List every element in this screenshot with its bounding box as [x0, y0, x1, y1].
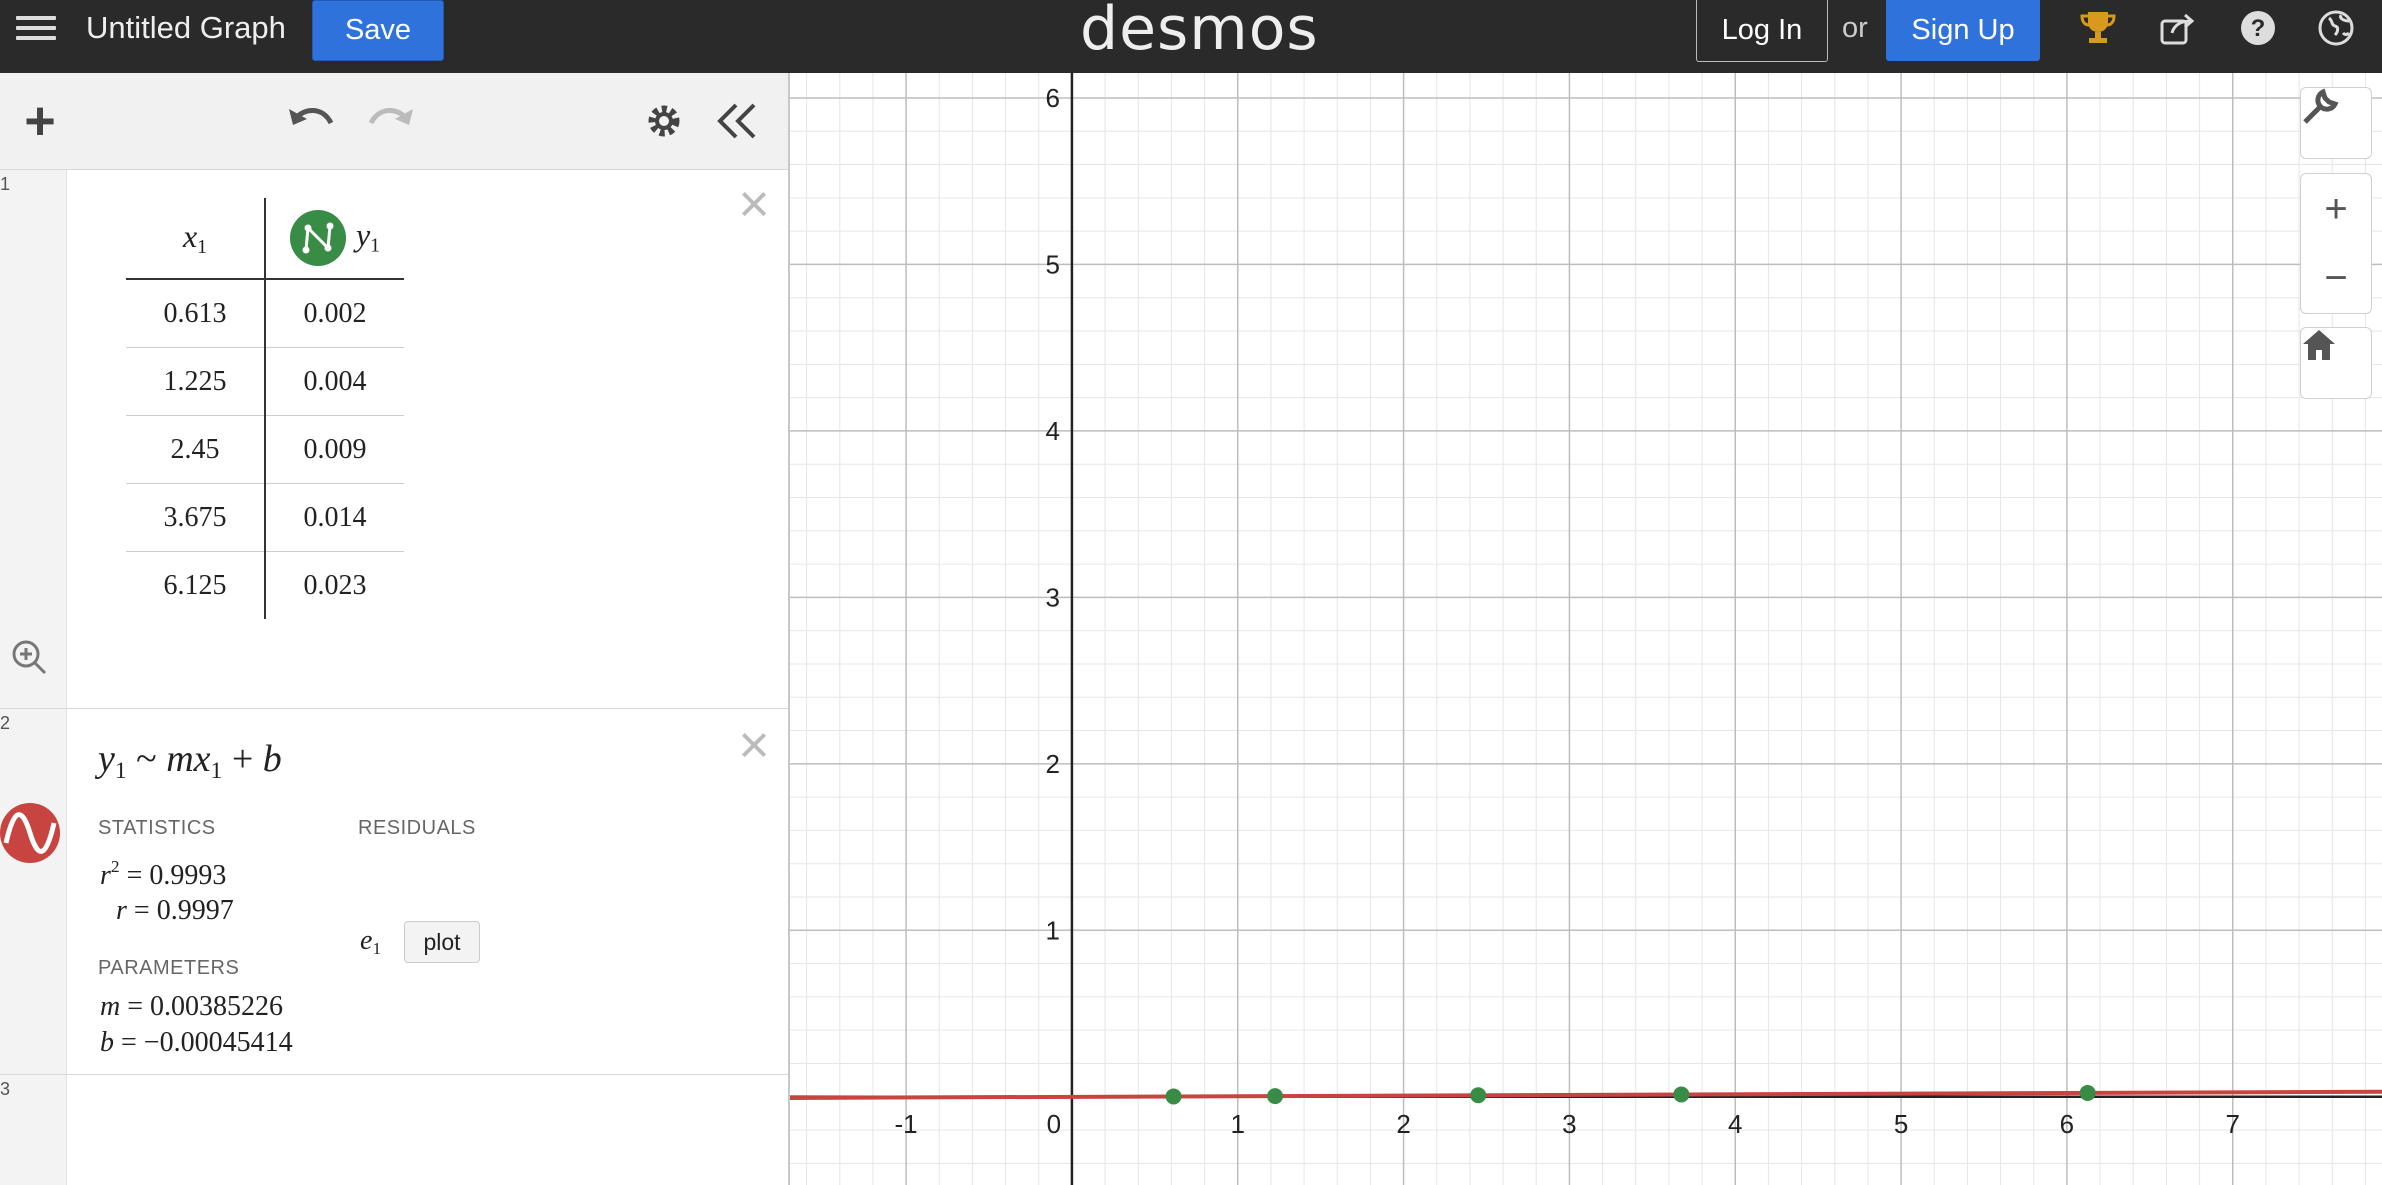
expression-gutter: 2 — [0, 709, 67, 1074]
table-row: 3.675 0.014 — [126, 483, 404, 552]
data-point — [1470, 1087, 1487, 1104]
expression-gutter: 1 — [0, 170, 67, 708]
x-tick-label: 5 — [1894, 1109, 1908, 1139]
expression-gutter: 3 — [0, 1075, 67, 1185]
table-cell[interactable]: 6.125 — [126, 551, 266, 619]
data-table[interactable]: x1 y1 0.613 0.002 1.225 0.004 2.45 0.009 3.… — [126, 198, 404, 619]
table-row: 6.125 0.023 — [126, 551, 404, 620]
table-cell[interactable]: 0.014 — [265, 483, 404, 552]
expression-toolbar: + — [0, 73, 788, 170]
y-tick-label: 3 — [1045, 582, 1059, 612]
column-header-y[interactable]: y1 — [265, 198, 404, 280]
data-point — [1165, 1088, 1182, 1105]
signup-button[interactable]: Sign Up — [1886, 0, 2040, 61]
delete-expression-icon[interactable]: × — [732, 177, 776, 231]
zoom-in-icon[interactable]: + — [2300, 173, 2372, 245]
table-cell[interactable]: 0.023 — [265, 552, 404, 620]
zoom-out-icon[interactable]: − — [2300, 243, 2372, 314]
home-icon[interactable] — [2300, 327, 2372, 399]
r-value: r = 0.9997 — [116, 895, 234, 926]
points-style-icon[interactable] — [289, 210, 346, 266]
table-cell[interactable]: 3.675 — [126, 483, 266, 552]
x-tick-label: 4 — [1728, 1109, 1742, 1139]
parameter-m: m = 0.00385226 — [100, 991, 284, 1022]
x-tick-label: -1 — [895, 1109, 918, 1139]
svg-text:?: ? — [2251, 15, 2266, 42]
column-header-x[interactable]: x1 — [126, 198, 266, 280]
trophy-icon[interactable] — [2076, 6, 2120, 50]
collapse-icon[interactable] — [712, 95, 764, 147]
y-tick-label: 6 — [1045, 83, 1059, 113]
wrench-icon[interactable] — [2300, 87, 2372, 159]
table-cell[interactable]: 0.009 — [265, 415, 404, 484]
undo-icon[interactable] — [286, 95, 338, 147]
or-text: or — [1842, 12, 1868, 44]
plot-residuals-button[interactable]: plot — [404, 921, 480, 963]
help-icon[interactable]: ? — [2236, 6, 2280, 50]
table-cell[interactable]: 0.002 — [265, 279, 404, 348]
x-tick-label: 6 — [2060, 1109, 2074, 1139]
expression-index: 1 — [0, 174, 11, 194]
x-tick-label: 7 — [2226, 1109, 2240, 1139]
data-point — [1267, 1088, 1284, 1105]
expression-index: 3 — [0, 1079, 11, 1099]
table-row: 2.45 0.009 — [126, 415, 404, 484]
x-tick-label: 1 — [1231, 1109, 1245, 1139]
menu-icon[interactable] — [16, 10, 56, 50]
empty-expression[interactable]: 3 — [0, 1075, 788, 1185]
residuals-label: RESIDUALS — [358, 817, 476, 839]
y-tick-label: 2 — [1045, 749, 1059, 779]
table-row: 0.613 0.002 — [126, 279, 404, 348]
zoom-fit-icon[interactable] — [10, 638, 48, 681]
regression-expression[interactable]: 2 y1 ~ mx1 + b STATISTICS RESIDUALS r2 =… — [0, 709, 788, 1075]
save-button[interactable]: Save — [312, 0, 444, 61]
y-tick-label: 1 — [1045, 915, 1059, 945]
login-button[interactable]: Log In — [1696, 0, 1828, 62]
x-tick-label: 0 — [1047, 1109, 1061, 1139]
graph-paper[interactable]: -1 0 1 2 3 4 5 6 7 1 2 3 4 5 6 + − — [790, 73, 2382, 1185]
r-squared-value: r2 = 0.9993 — [100, 857, 227, 892]
x-tick-label: 2 — [1396, 1109, 1410, 1139]
parameter-b: b = −0.00045414 — [100, 1027, 293, 1058]
settings-icon[interactable] — [638, 95, 690, 147]
data-point — [1673, 1086, 1690, 1103]
table-cell[interactable]: 2.45 — [126, 415, 266, 484]
table-cell[interactable]: 0.004 — [265, 347, 404, 416]
delete-expression-icon[interactable]: × — [732, 718, 776, 772]
x-tick-label: 3 — [1562, 1109, 1576, 1139]
statistics-label: STATISTICS — [98, 817, 216, 839]
share-icon[interactable] — [2156, 6, 2200, 50]
desmos-logo: desmos — [1080, 0, 1319, 64]
table-row: 1.225 0.004 — [126, 347, 404, 416]
top-bar: Untitled Graph Save desmos Log In or Sig… — [0, 0, 2382, 73]
expression-panel: + 1 x1 y1 0.613 0.002 1.225 0.004 2.45 0… — [0, 73, 790, 1185]
table-header-row: x1 y1 — [126, 198, 404, 280]
y-tick-label: 5 — [1045, 249, 1059, 279]
add-icon[interactable]: + — [14, 91, 66, 151]
regression-style-icon[interactable] — [0, 803, 60, 868]
graph-canvas[interactable]: -1 0 1 2 3 4 5 6 7 1 2 3 4 5 6 — [790, 73, 2382, 1185]
data-point — [2079, 1084, 2096, 1101]
redo-icon[interactable] — [364, 95, 416, 147]
expression-index: 2 — [0, 713, 11, 733]
graph-title[interactable]: Untitled Graph — [86, 10, 286, 46]
y-tick-label: 4 — [1045, 416, 1059, 446]
parameters-label: PARAMETERS — [98, 957, 240, 979]
table-expression[interactable]: 1 x1 y1 0.613 0.002 1.225 0.004 2.45 0.009 … — [0, 170, 788, 709]
regression-formula[interactable]: y1 ~ mx1 + b — [98, 737, 282, 785]
table-cell[interactable]: 1.225 — [126, 347, 266, 416]
residual-variable: e1 — [360, 925, 382, 959]
globe-icon[interactable] — [2314, 6, 2358, 50]
table-cell[interactable]: 0.613 — [126, 279, 266, 348]
